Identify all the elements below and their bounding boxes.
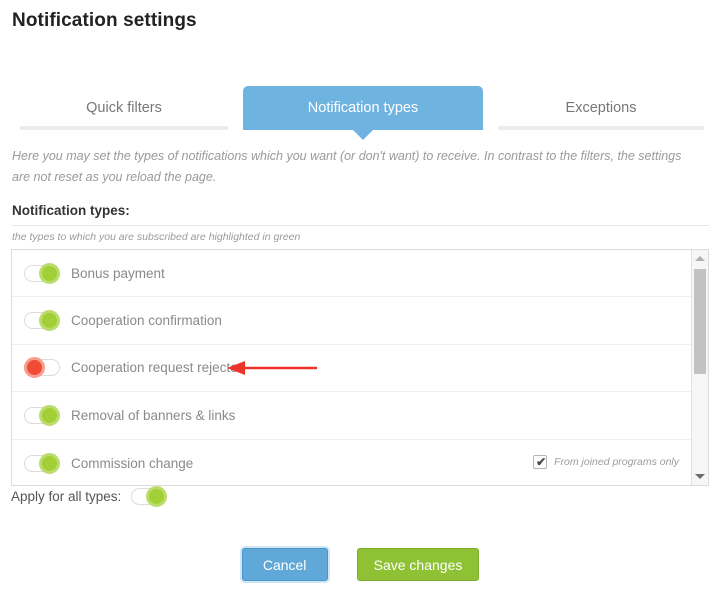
scroll-up-arrow-icon[interactable] — [692, 250, 708, 267]
form-actions: Cancel Save changes — [0, 548, 721, 581]
notification-type-label: Removal of banners & links — [71, 407, 236, 423]
toggle-commission-change[interactable] — [24, 452, 60, 474]
toggle-removal-of-banners-and-links[interactable] — [24, 404, 60, 426]
check-icon: ✔ — [536, 455, 547, 470]
intro-text: Here you may set the types of notificati… — [12, 149, 682, 184]
tab-notification-types[interactable]: Notification types — [243, 86, 483, 140]
notification-type-row[interactable]: Commission change ✔ From joined programs… — [12, 440, 691, 485]
section-heading: Notification types: — [12, 203, 130, 218]
save-changes-button[interactable]: Save changes — [356, 548, 480, 581]
notification-type-label: Cooperation confirmation — [71, 313, 222, 329]
toggle-bonus-payment[interactable] — [24, 262, 60, 284]
section-divider — [12, 225, 709, 226]
scrollbar-thumb[interactable] — [694, 269, 706, 374]
toggle-knob — [146, 486, 168, 507]
tab-quick-filters-label: Quick filters — [86, 100, 162, 116]
notification-types-scroll-area: Bonus payment Cooperation confirmation C… — [12, 250, 691, 485]
notification-type-row[interactable]: Removal of banners & links — [12, 392, 691, 440]
toggle-knob — [39, 404, 60, 426]
notification-type-row[interactable]: Cooperation confirmation — [12, 297, 691, 345]
notification-types-list: Bonus payment Cooperation confirmation C… — [11, 249, 709, 486]
row-extra-option[interactable]: ✔ From joined programs only — [533, 455, 679, 470]
active-tab-caret-icon — [352, 129, 374, 140]
section-subtitle: the types to which you are subscribed ar… — [12, 231, 301, 243]
list-scrollbar[interactable] — [691, 250, 708, 485]
scroll-down-arrow-icon[interactable] — [692, 468, 708, 485]
notification-type-row[interactable]: Cooperation request rejected — [12, 345, 691, 393]
notification-type-label: Bonus payment — [71, 265, 165, 281]
notification-type-label: Cooperation request rejected — [71, 360, 246, 376]
apply-for-all-types-label: Apply for all types: — [11, 489, 122, 504]
checkbox-from-joined-programs-only[interactable]: ✔ — [533, 455, 548, 470]
tab-notification-types-label: Notification types — [307, 100, 419, 116]
toggle-knob — [39, 310, 60, 332]
notification-type-label: Commission change — [71, 455, 194, 471]
toggle-knob — [39, 262, 60, 284]
tab-exceptions-label: Exceptions — [565, 100, 637, 116]
toggle-cooperation-request-rejected[interactable] — [24, 357, 60, 379]
apply-for-all-types-row: Apply for all types: — [11, 486, 168, 507]
notification-type-row[interactable]: Bonus payment — [12, 250, 691, 298]
tab-quick-filters[interactable]: Quick filters — [8, 86, 240, 130]
tab-bar: Quick filters Notification types Excepti… — [0, 86, 721, 140]
tab-exceptions[interactable]: Exceptions — [486, 86, 716, 130]
row-extra-label: From joined programs only — [554, 456, 679, 469]
page-title: Notification settings — [12, 10, 197, 31]
triangle-down-icon — [695, 474, 705, 479]
triangle-up-icon — [695, 256, 705, 261]
cancel-button[interactable]: Cancel — [241, 548, 328, 581]
toggle-knob — [39, 452, 60, 474]
toggle-cooperation-confirmation[interactable] — [24, 310, 60, 332]
toggle-apply-for-all-types[interactable] — [131, 486, 168, 507]
